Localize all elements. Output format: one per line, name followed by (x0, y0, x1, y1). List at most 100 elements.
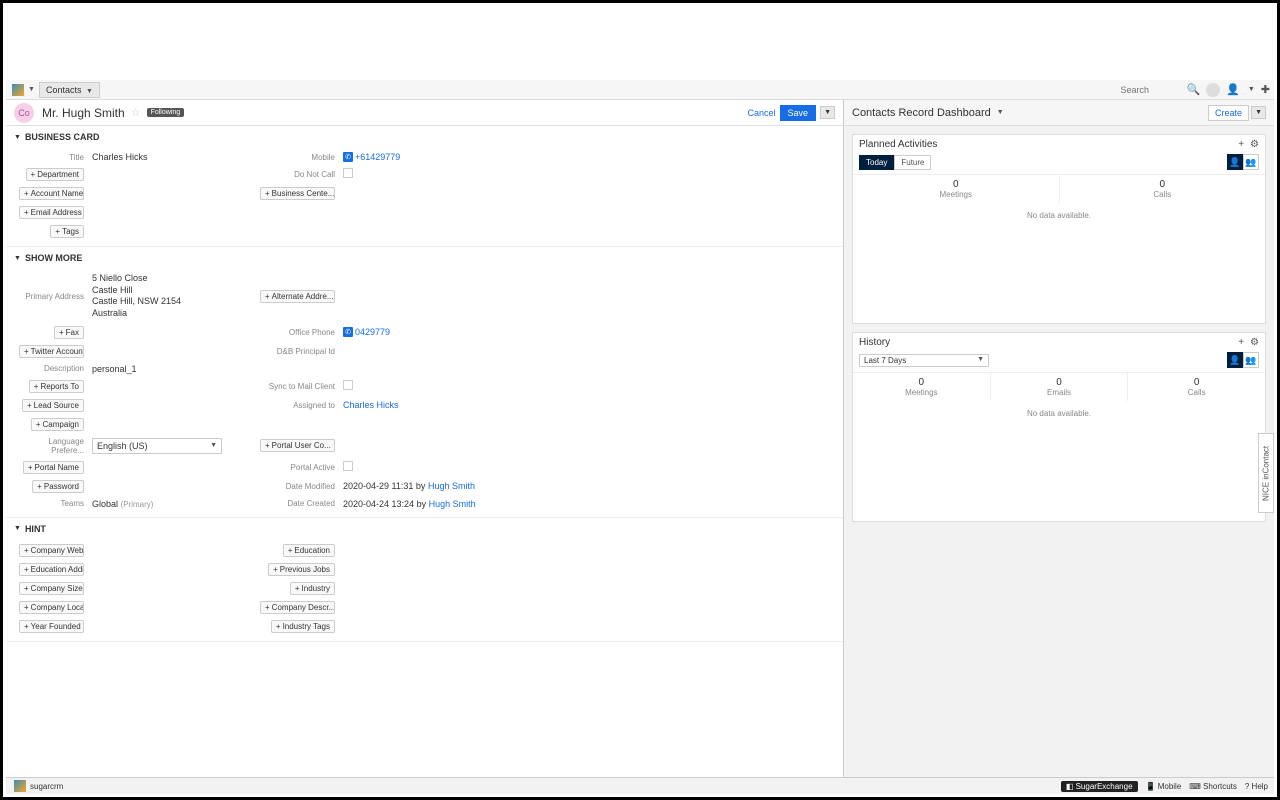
add-industry-button[interactable]: +Industry (290, 582, 335, 595)
add-portal-user-button[interactable]: +Portal User Co... (260, 439, 335, 452)
add-education-addl-button[interactable]: +Education Addit... (19, 563, 84, 576)
following-badge[interactable]: Following (147, 108, 185, 117)
value-mobile[interactable]: ✆ +61429779 (343, 152, 493, 162)
add-department-button[interactable]: +Department (26, 168, 84, 181)
tab-today[interactable]: Today (859, 155, 894, 170)
sugar-exchange-button[interactable]: ◧ SugarExchange (1061, 781, 1138, 792)
language-select[interactable]: English (US)▼ (92, 438, 222, 454)
add-tags-button[interactable]: +Tags (50, 225, 84, 238)
add-lead-source-button[interactable]: +Lead Source (22, 399, 84, 412)
user-filter-icon[interactable]: 👤 (1227, 154, 1243, 170)
nice-incontact-tab[interactable]: NICE inContact (1258, 433, 1274, 513)
help-link[interactable]: ? Help (1245, 782, 1268, 791)
module-tab-contacts[interactable]: Contacts ▼ (39, 82, 100, 98)
label: Business Cente... (272, 189, 335, 198)
gear-icon[interactable]: ⚙ (1250, 337, 1259, 348)
office-phone-link[interactable]: 0429779 (355, 327, 390, 337)
group-filter-icon[interactable]: 👥 (1243, 352, 1259, 368)
add-company-website-button[interactable]: +Company Websi... (19, 544, 84, 557)
user-link[interactable]: Hugh Smith (428, 481, 475, 491)
filter-label: Last 7 Days (864, 356, 906, 365)
label: Meetings (857, 190, 1055, 199)
count: 0 (857, 179, 1055, 190)
user-filter-icon[interactable]: 👤 (1227, 352, 1243, 368)
plus-icon[interactable]: + (1238, 139, 1244, 150)
history-filter-select[interactable]: Last 7 Days ▼ (859, 354, 989, 367)
gear-icon[interactable]: ⚙ (1250, 139, 1259, 150)
panel-title: BUSINESS CARD (25, 132, 100, 142)
panel-header-hint[interactable]: ▼ HINT (6, 518, 843, 540)
plus-icon[interactable]: + (1238, 337, 1244, 348)
notification-icon[interactable] (1206, 83, 1220, 97)
add-company-size-button[interactable]: +Company Size (19, 582, 84, 595)
add-year-founded-button[interactable]: +Year Founded (19, 620, 84, 633)
value-teams[interactable]: Global (Primary) (92, 499, 242, 509)
no-data-text: No data available. (853, 203, 1265, 228)
value-assigned-to[interactable]: Charles Hicks (343, 400, 493, 410)
label: Tags (62, 227, 79, 236)
app-logo-icon[interactable] (12, 84, 24, 96)
save-button[interactable]: Save (780, 105, 817, 121)
global-search-input[interactable] (1120, 85, 1180, 95)
search-icon[interactable]: 🔍 (1186, 83, 1200, 96)
add-fax-button[interactable]: +Fax (54, 326, 84, 339)
label-assigned-to: Assigned to (250, 401, 335, 410)
footer-logo[interactable]: sugarcrm (12, 780, 63, 792)
by-text: by (417, 499, 427, 509)
add-portal-name-button[interactable]: +Portal Name (23, 461, 84, 474)
label-mobile: Mobile (250, 153, 335, 162)
shortcuts-link[interactable]: ⌨ Shortcuts (1189, 782, 1237, 791)
add-account-name-button[interactable]: +Account Name (19, 187, 84, 200)
portal-active-checkbox[interactable] (343, 461, 353, 471)
value-primary-address[interactable]: 5 Niello Close Castle Hill Castle Hill, … (92, 273, 242, 320)
add-password-button[interactable]: +Password (32, 480, 84, 493)
value-description[interactable]: personal_1 (92, 364, 242, 374)
add-reports-to-button[interactable]: +Reports To (29, 380, 84, 393)
date-text: 2020-04-24 13:24 (343, 499, 414, 509)
add-company-descr-button[interactable]: +Company Descr... (260, 601, 335, 614)
add-alternate-address-button[interactable]: +Alternate Addre... (260, 290, 335, 303)
create-caret[interactable]: ▼ (1251, 106, 1266, 119)
group-filter-icon[interactable]: 👥 (1243, 154, 1259, 170)
label: Year Founded (31, 622, 81, 631)
value-title[interactable]: Charles Hicks (92, 152, 242, 162)
dashlet-planned-activities: Planned Activities + ⚙ Today Future 👤 👥 … (852, 134, 1266, 324)
panel-header-business-card[interactable]: ▼ BUSINESS CARD (6, 126, 843, 148)
user-link[interactable]: Hugh Smith (429, 499, 476, 509)
user-caret[interactable]: ▼ (1248, 86, 1255, 93)
record-actions-caret[interactable]: ▼ (820, 106, 835, 119)
label: Portal Name (35, 463, 79, 472)
create-button[interactable]: Create (1208, 105, 1249, 121)
dashboard-caret[interactable]: ▼ (997, 109, 1004, 116)
add-industry-tags-button[interactable]: +Industry Tags (271, 620, 335, 633)
value-office-phone[interactable]: ✆ 0429779 (343, 327, 493, 337)
add-campaign-button[interactable]: +Campaign (31, 418, 84, 431)
user-menu-icon[interactable]: 👤 (1226, 83, 1240, 96)
stat-calls[interactable]: 0 Calls (1060, 175, 1266, 203)
sync-mail-checkbox[interactable] (343, 380, 353, 390)
stat-meetings[interactable]: 0 Meetings (853, 373, 991, 401)
quick-create-icon[interactable]: ✚ (1261, 83, 1270, 96)
add-business-center-button[interactable]: +Business Cente... (260, 187, 335, 200)
add-email-button[interactable]: +Email Address (19, 206, 84, 219)
stat-meetings[interactable]: 0 Meetings (853, 175, 1060, 203)
cancel-button[interactable]: Cancel (748, 108, 776, 118)
tab-future[interactable]: Future (894, 155, 931, 170)
add-company-location-button[interactable]: +Company Locati... (19, 601, 84, 614)
mobile-link[interactable]: 📱 Mobile (1146, 782, 1182, 791)
mobile-link[interactable]: +61429779 (355, 152, 400, 162)
app-menu-caret[interactable]: ▼ (28, 86, 35, 93)
stat-emails[interactable]: 0 Emails (991, 373, 1129, 401)
panel-header-show-more[interactable]: ▼ SHOW MORE (6, 247, 843, 269)
label: Mobile (1158, 782, 1182, 791)
do-not-call-checkbox[interactable] (343, 168, 353, 178)
label: Meetings (857, 388, 986, 397)
favorite-star-icon[interactable]: ☆ (131, 106, 141, 119)
label-title: Title (14, 153, 84, 162)
add-education-button[interactable]: +Education (283, 544, 335, 557)
add-previous-jobs-button[interactable]: +Previous Jobs (268, 563, 335, 576)
add-twitter-button[interactable]: +Twitter Account (19, 345, 84, 358)
chevron-down-icon: ▼ (977, 356, 984, 365)
label: Fax (66, 328, 79, 337)
stat-calls[interactable]: 0 Calls (1128, 373, 1265, 401)
